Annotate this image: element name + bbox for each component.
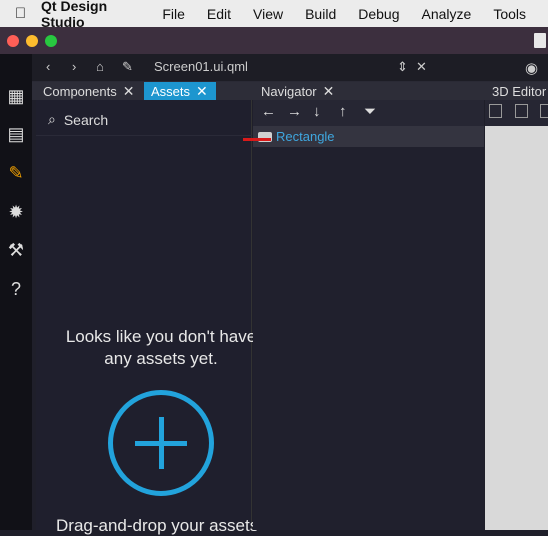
back-icon[interactable]: ‹ xyxy=(46,59,50,74)
projects-wrench-icon[interactable]: ⚒ xyxy=(4,237,28,263)
close-window-button[interactable] xyxy=(7,35,19,47)
tab-components[interactable]: Components ✕ xyxy=(36,82,144,100)
panel-tabs: Components ✕ Assets ✕ Navigator ✕ 3D Edi… xyxy=(32,82,548,100)
search-label: Search xyxy=(63,111,109,128)
3d-editor-panel xyxy=(485,100,548,530)
menu-build[interactable]: Build xyxy=(305,6,336,22)
tab-assets-label: Assets xyxy=(151,83,191,99)
tab-navigator-label: Navigator xyxy=(261,83,317,99)
3d-editor-toolbar xyxy=(485,100,548,126)
apple-icon[interactable]:  xyxy=(0,5,41,22)
arrow-right-icon[interactable]: → xyxy=(287,103,302,120)
close-icon[interactable]: ✕ xyxy=(196,83,208,100)
edit-mode-icon[interactable]: ▤ xyxy=(4,121,28,147)
empty-assets-message: Looks like you don't have any assets yet… xyxy=(65,327,257,368)
document-select-icon[interactable]: ⇕ xyxy=(397,59,408,75)
macos-menubar:  Qt Design Studio File Edit View Build … xyxy=(0,0,548,30)
navigator-item[interactable]: Rectangle xyxy=(253,126,484,147)
menu-analyze[interactable]: Analyze xyxy=(422,6,472,22)
menu-debug[interactable]: Debug xyxy=(358,6,399,22)
menu-edit[interactable]: Edit xyxy=(207,6,231,22)
tab-navigator[interactable]: Navigator ✕ xyxy=(254,82,346,100)
navigator-toolbar: ← → ↓ ↑ ⏷ xyxy=(253,100,484,126)
document-icon xyxy=(534,33,546,48)
search-icon: ⌕ xyxy=(48,111,56,127)
move-tool-icon[interactable] xyxy=(515,104,528,118)
tab-components-label: Components xyxy=(43,83,117,99)
search-input[interactable]: ⌕ Search xyxy=(36,104,252,136)
close-icon[interactable]: ✕ xyxy=(323,83,335,100)
minimize-window-button[interactable] xyxy=(26,35,38,47)
forward-icon[interactable]: › xyxy=(72,59,76,74)
zoom-window-button[interactable] xyxy=(45,35,57,47)
drag-marker xyxy=(243,138,271,141)
editor-toolbar: ‹ › ⌂ ✎ Screen01.ui.qml ⇕ ✕ ◉ xyxy=(32,54,548,82)
rotate-tool-icon[interactable] xyxy=(540,104,548,118)
filter-icon[interactable]: ⏷ xyxy=(364,103,376,120)
menu-file[interactable]: File xyxy=(162,6,185,22)
file-icon: ✎ xyxy=(122,59,133,74)
navigator-item-label: Rectangle xyxy=(276,129,335,144)
lock-icon[interactable]: ⌂ xyxy=(96,59,104,74)
debug-bug-icon[interactable]: ✹ xyxy=(4,199,28,225)
tab-assets[interactable]: Assets ✕ xyxy=(144,82,216,100)
assets-panel: ⌕ Search Looks like you don't have any a… xyxy=(36,100,258,535)
menu-view[interactable]: View xyxy=(253,6,283,22)
select-tool-icon[interactable] xyxy=(489,104,502,118)
tab-3d-editor-label: 3D Editor xyxy=(492,83,547,99)
tab-3d-editor[interactable]: 3D Editor xyxy=(485,82,548,100)
arrow-down-icon[interactable]: ↓ xyxy=(313,103,321,120)
welcome-grid-icon[interactable]: ▦ xyxy=(4,83,28,109)
help-icon[interactable]: ? xyxy=(4,276,28,302)
app-name-menu[interactable]: Qt Design Studio xyxy=(41,0,142,30)
run-icon[interactable]: ◉ xyxy=(525,59,538,77)
document-name[interactable]: Screen01.ui.qml xyxy=(154,59,248,74)
arrow-left-icon[interactable]: ← xyxy=(261,103,276,120)
design-pencil-icon[interactable]: ✎ xyxy=(4,160,28,186)
close-icon[interactable]: ✕ xyxy=(123,83,135,100)
close-document-icon[interactable]: ✕ xyxy=(416,59,427,75)
window-titlebar xyxy=(0,27,548,54)
arrow-up-icon[interactable]: ↑ xyxy=(339,103,347,120)
mode-sidebar: ▦ ▤ ✎ ✹ ⚒ ? xyxy=(0,54,32,530)
menu-tools[interactable]: Tools xyxy=(493,6,526,22)
navigator-panel: ← → ↓ ↑ ⏷ Rectangle xyxy=(253,100,484,530)
add-asset-icon[interactable] xyxy=(108,390,214,496)
